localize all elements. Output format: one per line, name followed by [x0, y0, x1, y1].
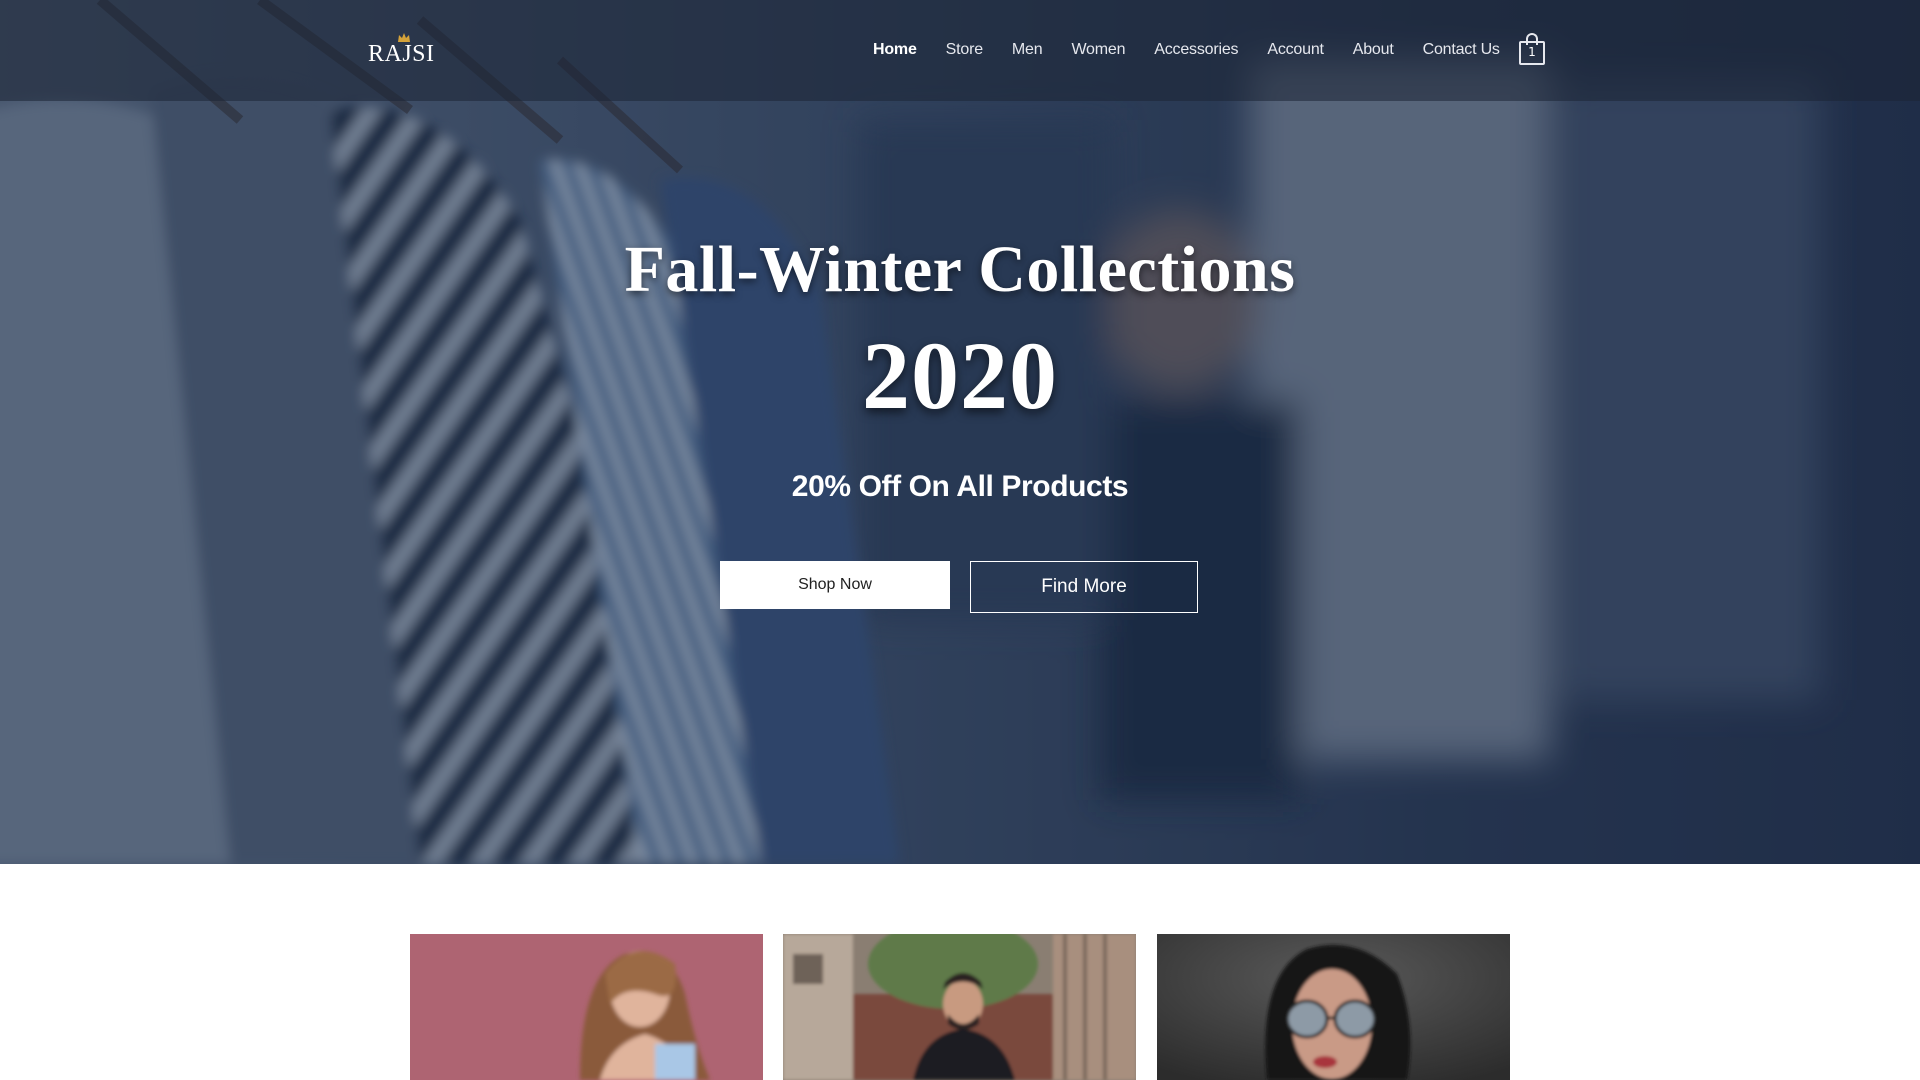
nav-item-women[interactable]: Women — [1071, 41, 1125, 59]
nav-item-account[interactable]: Account — [1267, 41, 1324, 59]
hero-subtitle: 20% Off On All Products — [791, 470, 1129, 503]
hero-title: Fall-Winter Collections — [624, 233, 1296, 306]
main-nav: Home Store Men Women Accessories Account… — [873, 38, 1529, 62]
category-card-men[interactable] — [783, 934, 1136, 1080]
category-card-women[interactable] — [410, 934, 763, 1080]
category-cards — [0, 864, 1920, 1080]
logo[interactable]: RAJSI — [368, 33, 434, 67]
cart-count-badge: 1 — [1528, 45, 1536, 59]
shop-now-button[interactable]: Shop Now — [720, 561, 950, 609]
hero-overlay — [0, 0, 1920, 864]
category-card-accessories[interactable] — [1157, 934, 1510, 1080]
find-more-button[interactable]: Find More — [970, 561, 1198, 613]
cart-button[interactable]: 1 — [1518, 32, 1546, 66]
logo-text: RAJSI — [368, 41, 435, 67]
nav-item-contact-us[interactable]: Contact Us — [1423, 41, 1500, 59]
nav-item-store[interactable]: Store — [946, 41, 983, 59]
nav-item-accessories[interactable]: Accessories — [1154, 41, 1238, 59]
site-header: RAJSI Home Store Men Women Accessories A… — [0, 0, 1920, 101]
woman-sunglasses-photo — [1157, 934, 1510, 1080]
hero-year: 2020 — [862, 322, 1058, 429]
nav-item-about[interactable]: About — [1353, 41, 1394, 59]
nav-item-men[interactable]: Men — [1012, 41, 1043, 59]
nav-item-home[interactable]: Home — [873, 41, 917, 59]
woman-pink-background-photo — [410, 934, 763, 1080]
hero-section: Fall-Winter Collections 2020 20% Off On … — [0, 0, 1920, 864]
man-street-photo — [783, 934, 1136, 1080]
